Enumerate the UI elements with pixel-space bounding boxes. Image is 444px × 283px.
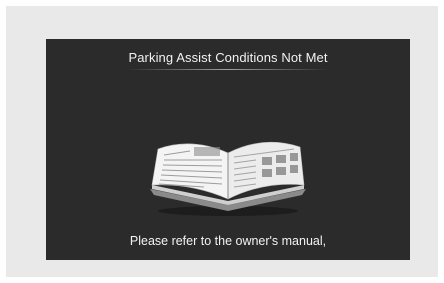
- display-screen: Parking Assist Conditions Not Met Please…: [46, 39, 410, 260]
- display-bezel: Parking Assist Conditions Not Met Please…: [6, 6, 438, 277]
- instruction-message: Please refer to the owner's manual,: [129, 234, 327, 248]
- warning-title: Parking Assist Conditions Not Met: [128, 50, 328, 65]
- open-book-icon: [150, 141, 306, 216]
- title-underline-divider: [126, 69, 330, 70]
